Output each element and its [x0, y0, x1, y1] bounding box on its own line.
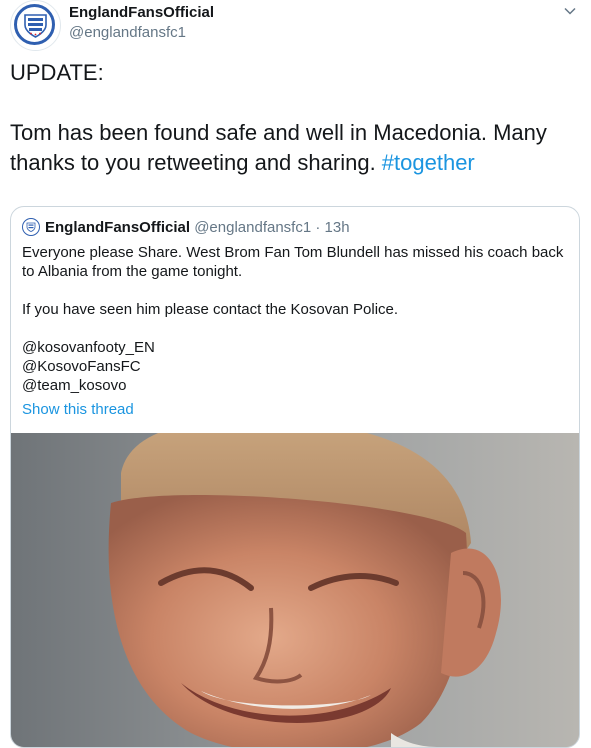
quoted-tweet-header: EnglandFansOfficial @englandfansfc1 · 13…	[22, 218, 350, 238]
quoted-author-name: EnglandFansOfficial	[45, 219, 191, 236]
tweet-text-line: UPDATE:	[10, 60, 104, 85]
quoted-tweet-photo[interactable]	[11, 433, 579, 747]
quoted-mention: @team_kosovo	[22, 377, 127, 394]
quoted-paragraph: If you have seen him please contact the …	[22, 301, 399, 318]
tweet-header: EnglandFansOfficial @englandfansfc1	[10, 0, 585, 56]
england-crest-icon	[26, 222, 36, 232]
author-avatar[interactable]	[10, 0, 61, 51]
tweet-text: UPDATE: Tom has been found safe and well…	[10, 58, 580, 178]
hashtag-link[interactable]: #together	[382, 150, 475, 175]
england-crest-icon	[24, 14, 47, 38]
quoted-tweet[interactable]: EnglandFansOfficial @englandfansfc1 · 13…	[10, 206, 580, 748]
photo-image	[11, 433, 579, 747]
tweet-text-paragraph: Tom has been found safe and well in Mace…	[10, 118, 580, 178]
quoted-tweet-body: Everyone please Share. West Brom Fan Tom…	[22, 243, 567, 395]
chevron-down-icon[interactable]	[563, 4, 577, 18]
author-name-block[interactable]: EnglandFansOfficial @englandfansfc1	[69, 3, 214, 43]
quoted-mention: @kosovanfooty_EN	[22, 339, 155, 356]
author-handle[interactable]: @englandfansfc1	[69, 23, 214, 43]
quoted-author-meta: @englandfansfc1 · 13h	[194, 219, 350, 236]
author-display-name[interactable]: EnglandFansOfficial	[69, 3, 214, 23]
quoted-author-avatar	[22, 218, 40, 236]
show-thread-link[interactable]: Show this thread	[22, 400, 134, 420]
quoted-mention: @KosovoFansFC	[22, 358, 141, 375]
quoted-paragraph: Everyone please Share. West Brom Fan Tom…	[22, 244, 564, 280]
